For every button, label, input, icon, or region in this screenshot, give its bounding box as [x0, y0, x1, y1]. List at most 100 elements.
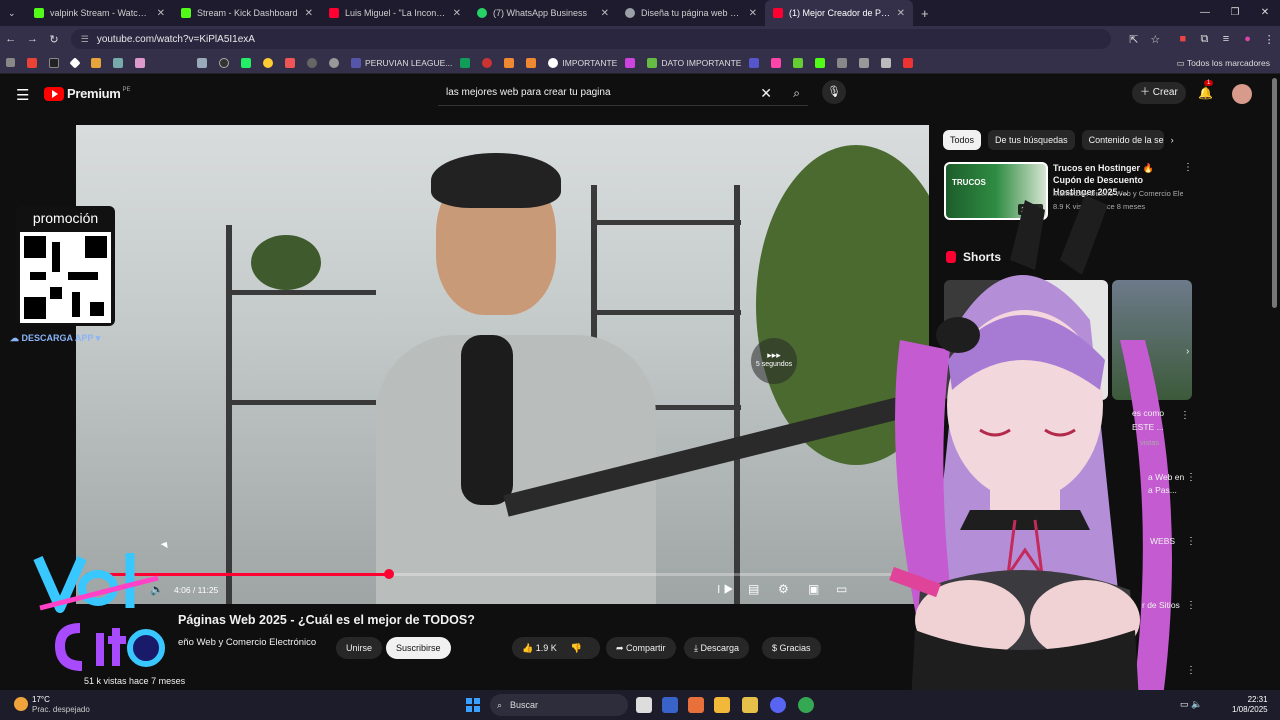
tab-luis-miguel[interactable]: Luis Miguel - "La Incondici ✕	[321, 0, 469, 26]
create-button[interactable]: ＋ Crear	[1132, 82, 1186, 104]
join-button[interactable]: Unirse	[336, 637, 383, 659]
extension-icon[interactable]: ■	[1172, 33, 1194, 45]
theater-icon[interactable]: ▭	[836, 582, 847, 596]
tab-whatsapp[interactable]: (7) WhatsApp Business ✕	[469, 0, 617, 26]
tab-search-button[interactable]: ⌄	[0, 0, 26, 26]
chrome-icon[interactable]	[798, 697, 814, 713]
notifications-button[interactable]: 🔔 1	[1198, 80, 1214, 100]
minimize-icon[interactable]: —	[1190, 0, 1220, 26]
profile-icon[interactable]: ●	[1237, 33, 1259, 45]
star-icon[interactable]: ☆	[1144, 33, 1166, 46]
bookmark-wave2[interactable]	[504, 57, 518, 68]
page-scrollbar[interactable]	[1272, 78, 1277, 308]
avatar[interactable]	[1232, 84, 1252, 104]
forward-icon[interactable]: →	[22, 33, 44, 45]
clear-search-icon[interactable]: ✕	[760, 80, 772, 106]
bookmark-image[interactable]	[881, 57, 895, 68]
bookmark-dato-importante[interactable]: DATO IMPORTANTE	[647, 57, 741, 68]
thumbs-down-icon[interactable]: 👎	[571, 643, 582, 653]
new-tab-button[interactable]: +	[913, 0, 939, 26]
autoplay-toggle[interactable]: ⏽▶	[714, 582, 733, 597]
bookmark-peruvian-league[interactable]: PERUVIAN LEAGUE...	[351, 57, 452, 68]
reload-icon[interactable]: ↻	[43, 33, 65, 46]
url-field[interactable]: ☰ youtube.com/watch?v=KiPlA5I1exA	[70, 29, 1111, 49]
app-icon[interactable]	[714, 697, 730, 713]
bookmark-wave3[interactable]	[526, 57, 540, 68]
bookmark-twitch[interactable]	[625, 57, 639, 68]
clock[interactable]: 22:31 1/08/2025	[1232, 695, 1268, 715]
share-button[interactable]: ➦ Compartir	[606, 637, 676, 659]
microphone-icon[interactable]: 🎙	[822, 80, 846, 104]
channel-name[interactable]: eño Web y Comercio Electrónico	[178, 637, 316, 648]
task-view-icon[interactable]	[636, 697, 652, 713]
youtube-logo[interactable]: Premium PE	[44, 86, 131, 101]
back-icon[interactable]: ←	[0, 33, 22, 45]
tab-mejor-creador[interactable]: (1) Mejor Creador de Págin ✕	[765, 0, 913, 26]
close-icon[interactable]: ✕	[305, 8, 313, 19]
chip-busquedas[interactable]: De tus búsquedas	[988, 130, 1075, 150]
bookmark-green[interactable]	[793, 57, 807, 68]
apps-icon[interactable]	[6, 58, 19, 67]
bookmark-circle[interactable]	[219, 57, 233, 68]
all-bookmarks[interactable]: ▭ Todos los marcadores	[1177, 52, 1270, 74]
bookmark-s[interactable]	[749, 57, 763, 68]
more-vert-icon[interactable]: ⋮	[1186, 665, 1196, 676]
bookmark-importante[interactable]: IMPORTANTE	[548, 57, 617, 68]
bookmark-doc[interactable]	[197, 57, 211, 68]
bookmark-gmail[interactable]	[27, 57, 41, 68]
menu-hamburger-icon[interactable]: ☰	[16, 86, 29, 104]
media-icon[interactable]: ≡	[1215, 33, 1237, 45]
chevron-right-icon[interactable]: ›	[1171, 130, 1174, 150]
bookmark-grid[interactable]	[837, 57, 851, 68]
close-icon[interactable]: ✕	[453, 8, 461, 19]
chip-todos[interactable]: Todos	[943, 130, 982, 150]
bookmark-face[interactable]	[263, 57, 277, 68]
windows-start-icon[interactable]	[466, 698, 480, 712]
more-vert-icon[interactable]: ⋮	[1186, 536, 1196, 547]
weather-widget[interactable]: 17°C Prac. despejado	[14, 695, 90, 715]
system-tray[interactable]: ▭ 🔈	[1180, 699, 1202, 710]
tab-kick-stream[interactable]: valpink Stream - Watch Live on ✕	[26, 0, 173, 26]
bookmark-a[interactable]	[49, 57, 63, 68]
bookmark-ex[interactable]	[482, 57, 496, 68]
app-icon[interactable]	[688, 697, 704, 713]
search-icon[interactable]: ⌕	[793, 80, 800, 106]
like-button[interactable]: 👍 1.9 K 👎	[512, 637, 600, 659]
folder-icon[interactable]	[742, 697, 758, 713]
bookmark-bell[interactable]	[859, 57, 873, 68]
progress-bar[interactable]	[86, 569, 929, 579]
bookmark-wave[interactable]	[241, 57, 255, 68]
settings-gear-icon[interactable]: ⚙	[778, 582, 789, 596]
close-icon[interactable]: ✕	[157, 8, 165, 19]
extensions-icon[interactable]: ⧉	[1194, 33, 1216, 46]
tab-kick-dashboard[interactable]: Stream - Kick Dashboard ✕	[173, 0, 321, 26]
bookmark-gear[interactable]	[307, 57, 321, 68]
bookmark-star[interactable]	[135, 57, 149, 68]
maximize-icon[interactable]: ❐	[1220, 0, 1250, 26]
bookmark-bolt[interactable]	[903, 57, 917, 68]
close-icon[interactable]: ✕	[601, 8, 609, 19]
taskbar-search-input[interactable]: ⌕ Buscar	[490, 694, 628, 716]
close-icon[interactable]: ✕	[897, 8, 905, 19]
subscribe-button[interactable]: Suscribirse	[386, 637, 451, 659]
discord-icon[interactable]	[770, 697, 786, 713]
app-icon[interactable]	[662, 697, 678, 713]
bookmark-blue[interactable]	[113, 57, 127, 68]
more-vert-icon[interactable]: ⋮	[1180, 410, 1190, 421]
miniplayer-icon[interactable]: ▣	[808, 582, 819, 596]
thanks-button[interactable]: $ Gracias	[762, 637, 821, 659]
bookmark-heart[interactable]	[771, 57, 785, 68]
menu-icon[interactable]: ⋮	[1258, 33, 1280, 46]
chip-contenido[interactable]: Contenido de la se	[1081, 130, 1164, 150]
bookmark-sheets[interactable]	[460, 57, 474, 68]
bookmark-kick[interactable]	[815, 57, 829, 68]
bookmark-b[interactable]	[91, 57, 105, 68]
download-button[interactable]: ⤓ Descarga	[684, 637, 750, 659]
close-icon[interactable]: ✕	[749, 8, 757, 19]
bookmark-diamond[interactable]	[69, 56, 83, 69]
chevron-right-icon[interactable]: ›	[1186, 346, 1189, 357]
install-icon[interactable]: ⇱	[1123, 33, 1145, 46]
video-player[interactable]: ▸▸▸ 5 segundos	[76, 125, 929, 604]
download-app-link[interactable]: ☁ DESCARGA APP ▾	[10, 333, 100, 344]
more-vert-icon[interactable]: ⋮	[1186, 472, 1196, 483]
